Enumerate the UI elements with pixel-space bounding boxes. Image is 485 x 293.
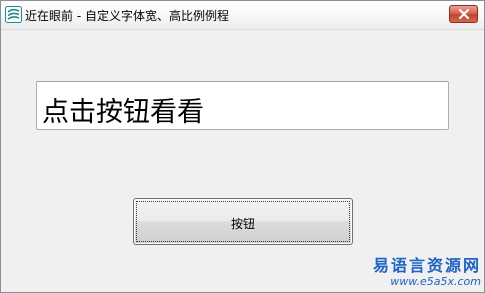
action-button[interactable]: 按钮 [133, 198, 353, 245]
watermark-site-name: 易语言资源网 [372, 256, 481, 275]
watermark-url: www.e5a5x.com [390, 275, 481, 288]
close-icon [458, 9, 470, 19]
close-button[interactable] [449, 5, 478, 23]
site-watermark: 易语言资源网 www.e5a5x.com [363, 256, 481, 289]
text-input-value: 点击按钮看看 [42, 97, 204, 128]
app-window: 近在眼前 - 自定义字体宽、高比例例程 点击按钮看看 按钮 易语言资源网 www… [0, 0, 485, 293]
title-bar[interactable]: 近在眼前 - 自定义字体宽、高比例例程 [1, 1, 484, 30]
window-title: 近在眼前 - 自定义字体宽、高比例例程 [25, 9, 229, 23]
action-button-label: 按钮 [230, 217, 255, 231]
app-logo-icon [5, 6, 22, 23]
text-input[interactable]: 点击按钮看看 [36, 81, 449, 130]
